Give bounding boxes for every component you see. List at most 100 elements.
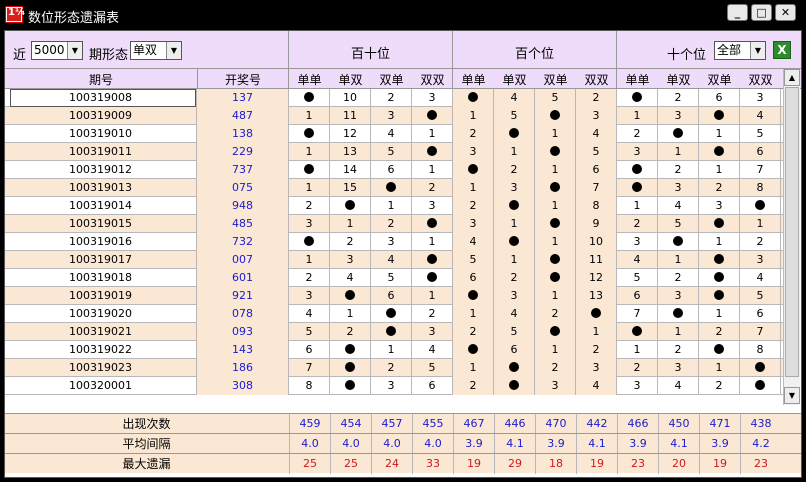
omission-count: 1 — [453, 107, 494, 125]
col-sub-2: 双单 — [379, 73, 404, 87]
omission-count: 14 — [330, 161, 371, 179]
omission-count: 3 — [658, 359, 699, 377]
appear-value: 438 — [740, 414, 781, 434]
hit-dot — [330, 197, 371, 215]
omission-count: 7 — [617, 305, 658, 323]
table-row[interactable]: 100319020 078 4 1 2 1 4 2 7 1 6 — [5, 305, 783, 323]
recent-count-select[interactable]: 5000 ▼ — [31, 41, 83, 60]
table-row[interactable]: 100319015 485 3 1 2 3 1 9 2 5 1 — [5, 215, 783, 233]
footer-appear-row: 出现次数 459 454 457 455 467 446 470 442 466 450 471 43… — [5, 413, 801, 434]
vertical-scrollbar[interactable]: ▲ ▼ — [783, 69, 800, 405]
table-row[interactable]: 100319008 137 10 2 3 4 5 2 2 6 3 — [5, 89, 783, 107]
table-row[interactable]: 100319010 138 12 4 1 2 1 4 2 1 5 — [5, 125, 783, 143]
omission-count: 3 — [289, 287, 330, 305]
scroll-up-icon[interactable]: ▲ — [784, 69, 800, 86]
hit-dot — [453, 287, 494, 305]
table-window: 近 5000 ▼ 期形态 单双 ▼ 百十位 百个位 十个位 全部 ▼ X 期号 … — [4, 30, 802, 478]
table-row[interactable]: 100319012 737 14 6 1 2 1 6 2 1 7 — [5, 161, 783, 179]
omission-count: 3 — [330, 251, 371, 269]
chevron-down-icon[interactable]: ▼ — [750, 42, 765, 59]
dot-icon — [427, 146, 437, 156]
tens-digit-select[interactable]: 全部 ▼ — [714, 41, 766, 60]
dot-icon — [509, 362, 519, 372]
table-row[interactable]: 100319014 948 2 1 3 2 1 8 1 4 3 — [5, 197, 783, 215]
omission-count: 6 — [699, 89, 740, 107]
omission-count: 10 — [576, 233, 617, 251]
hit-dot — [535, 215, 576, 233]
table-row[interactable]: 100319021 093 5 2 3 2 5 1 1 2 7 — [5, 323, 783, 341]
omission-count: 2 — [412, 305, 453, 323]
scroll-down-icon[interactable]: ▼ — [784, 387, 800, 404]
app-icon: 1¼ — [5, 6, 25, 23]
omission-count: 5 — [658, 215, 699, 233]
omission-count: 2 — [617, 359, 658, 377]
issue-cell: 100319020 — [5, 305, 197, 323]
scroll-thumb[interactable] — [785, 87, 799, 377]
omission-count: 3 — [494, 179, 535, 197]
omission-count: 4 — [494, 89, 535, 107]
omission-count: 3 — [658, 287, 699, 305]
draw-number-cell: 601 — [197, 269, 289, 287]
dot-icon — [468, 164, 478, 174]
omission-count: 2 — [371, 215, 412, 233]
dot-icon — [714, 146, 724, 156]
table-row[interactable]: 100319009 487 1 11 3 1 5 3 1 3 4 — [5, 107, 783, 125]
omission-count: 8 — [289, 377, 330, 395]
table-row[interactable]: 100319016 732 2 3 1 4 1 10 3 1 2 — [5, 233, 783, 251]
omission-count: 1 — [617, 197, 658, 215]
chevron-down-icon[interactable]: ▼ — [166, 42, 181, 59]
table-row[interactable]: 100319019 921 3 6 1 3 1 13 6 3 5 — [5, 287, 783, 305]
header-controls: 近 5000 ▼ 期形态 单双 ▼ 百十位 百个位 十个位 全部 ▼ X — [5, 31, 801, 69]
table-row[interactable]: 100320001 308 8 3 6 2 3 4 3 4 2 — [5, 377, 783, 395]
omission-count: 3 — [658, 179, 699, 197]
omission-count: 1 — [740, 215, 781, 233]
omission-count: 4 — [371, 251, 412, 269]
omission-count: 3 — [453, 215, 494, 233]
appear-value: 471 — [699, 414, 740, 434]
omission-count: 3 — [617, 143, 658, 161]
appear-value: 470 — [535, 414, 576, 434]
avg-value: 3.9 — [453, 434, 494, 454]
hit-dot — [412, 215, 453, 233]
table-row[interactable]: 100319018 601 2 4 5 6 2 12 5 2 4 — [5, 269, 783, 287]
omission-count: 2 — [453, 197, 494, 215]
col-sub-0: 单单 — [297, 73, 322, 87]
omission-count: 1 — [535, 125, 576, 143]
omission-count: 7 — [740, 323, 781, 341]
close-button[interactable]: ✕ — [775, 4, 796, 21]
omission-count: 4 — [576, 377, 617, 395]
omission-count: 1 — [494, 143, 535, 161]
omission-count: 11 — [330, 107, 371, 125]
dot-icon — [468, 344, 478, 354]
hit-dot — [289, 161, 330, 179]
hit-dot — [289, 233, 330, 251]
hit-dot — [330, 377, 371, 395]
hit-dot — [699, 143, 740, 161]
hit-dot — [617, 323, 658, 341]
omission-count: 1 — [494, 251, 535, 269]
omission-count: 6 — [576, 161, 617, 179]
period-form-select[interactable]: 单双 ▼ — [130, 41, 182, 60]
draw-number-cell: 732 — [197, 233, 289, 251]
hit-dot — [453, 341, 494, 359]
excel-export-icon[interactable]: X — [773, 41, 791, 59]
table-row[interactable]: 100319017 007 1 3 4 5 1 11 4 1 3 — [5, 251, 783, 269]
chevron-down-icon[interactable]: ▼ — [67, 42, 82, 59]
table-row[interactable]: 100319011 229 1 13 5 3 1 5 3 1 6 — [5, 143, 783, 161]
table-row[interactable]: 100319013 075 1 15 2 1 3 7 3 2 8 — [5, 179, 783, 197]
omission-count: 2 — [576, 89, 617, 107]
maximize-button[interactable]: □ — [751, 4, 772, 21]
hit-dot — [535, 269, 576, 287]
draw-number-cell: 186 — [197, 359, 289, 377]
table-row[interactable]: 100319023 186 7 2 5 1 2 3 2 3 1 — [5, 359, 783, 377]
omission-count: 3 — [412, 89, 453, 107]
minimize-button[interactable]: _ — [727, 4, 748, 21]
max-value: 19 — [576, 454, 617, 474]
avg-value: 3.9 — [535, 434, 576, 454]
dot-icon — [468, 92, 478, 102]
recent-label: 近 — [13, 48, 27, 63]
omission-count: 2 — [412, 179, 453, 197]
omission-count: 5 — [453, 251, 494, 269]
table-row[interactable]: 100319022 143 6 1 4 6 1 2 1 2 8 — [5, 341, 783, 359]
omission-count: 8 — [740, 341, 781, 359]
